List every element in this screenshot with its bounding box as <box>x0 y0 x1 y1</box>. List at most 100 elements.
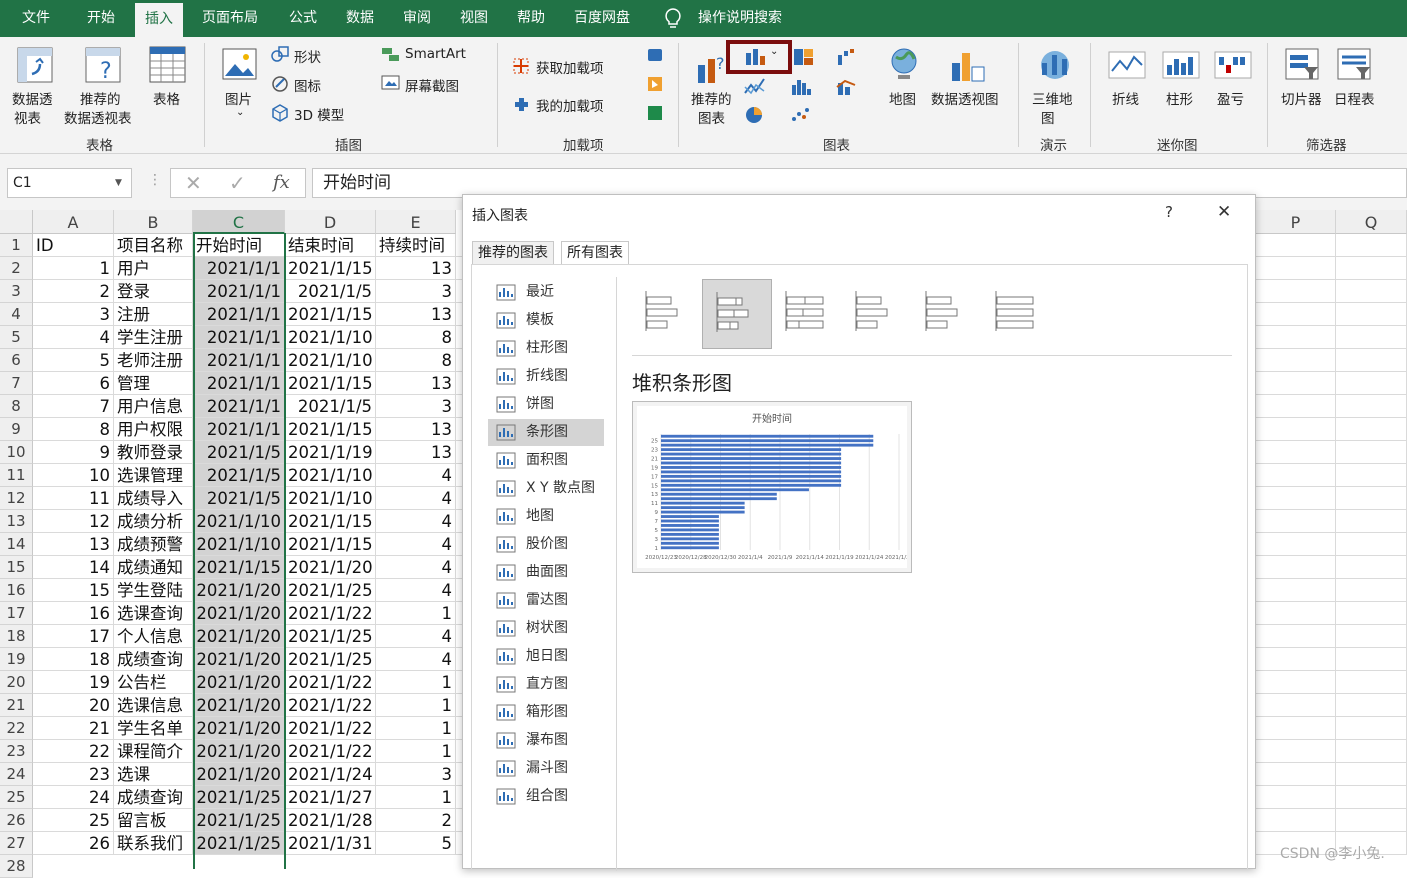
empty-cell[interactable] <box>1256 533 1336 556</box>
empty-cell[interactable] <box>1256 441 1336 464</box>
empty-cell[interactable] <box>1336 671 1407 694</box>
table-cell[interactable]: 2021/1/25 <box>285 579 376 602</box>
table-cell[interactable]: 16 <box>33 602 114 625</box>
table-cell[interactable]: 2021/1/20 <box>193 671 285 694</box>
empty-cell[interactable] <box>1336 533 1407 556</box>
empty-cell[interactable] <box>1336 418 1407 441</box>
row-header[interactable]: 18 <box>0 625 33 648</box>
empty-cell[interactable] <box>1336 441 1407 464</box>
subtype-100-stacked-bar[interactable] <box>772 279 842 349</box>
table-cell[interactable]: 留言板 <box>114 809 193 832</box>
empty-cell[interactable] <box>1336 234 1407 257</box>
table-cell[interactable]: 注册 <box>114 303 193 326</box>
row-header[interactable]: 15 <box>0 556 33 579</box>
empty-cell[interactable] <box>1256 579 1336 602</box>
chart-type-radar[interactable]: 雷达图 <box>488 587 604 614</box>
table-cell[interactable]: 2021/1/25 <box>285 625 376 648</box>
table-cell[interactable]: 5 <box>33 349 114 372</box>
table-cell[interactable]: 2021/1/22 <box>285 602 376 625</box>
table-cell[interactable]: 2021/1/1 <box>193 257 285 280</box>
table-cell[interactable]: 学生登陆 <box>114 579 193 602</box>
table-cell[interactable]: 13 <box>376 418 456 441</box>
table-cell[interactable]: 2021/1/22 <box>285 740 376 763</box>
table-cell[interactable]: 成绩导入 <box>114 487 193 510</box>
table-cell[interactable]: 4 <box>376 510 456 533</box>
chart-type-combo[interactable]: 组合图 <box>488 783 604 810</box>
empty-cell[interactable] <box>1256 349 1336 372</box>
combo-chart-icon[interactable] <box>836 77 858 97</box>
column-header-p[interactable]: P <box>1256 210 1336 234</box>
table-cell[interactable]: 8 <box>33 418 114 441</box>
row-header[interactable]: 17 <box>0 602 33 625</box>
row-header[interactable]: 7 <box>0 372 33 395</box>
close-button[interactable]: ✕ <box>1217 202 1231 222</box>
tab-formulas[interactable]: 公式 <box>279 0 327 37</box>
empty-cell[interactable] <box>1256 464 1336 487</box>
table-cell[interactable]: 2021/1/27 <box>285 786 376 809</box>
table-cell[interactable]: 用户信息 <box>114 395 193 418</box>
empty-cell[interactable] <box>1336 326 1407 349</box>
row-header[interactable]: 19 <box>0 648 33 671</box>
select-all-corner[interactable] <box>0 210 33 234</box>
table-cell[interactable]: 2021/1/1 <box>193 372 285 395</box>
row-header[interactable]: 24 <box>0 763 33 786</box>
waterfall-chart-icon[interactable] <box>836 47 858 67</box>
empty-cell[interactable] <box>1336 487 1407 510</box>
chart-type-surface[interactable]: 曲面图 <box>488 559 604 586</box>
empty-cell[interactable] <box>1256 257 1336 280</box>
table-cell[interactable]: 24 <box>33 786 114 809</box>
chart-type-treemap[interactable]: 树状图 <box>488 615 604 642</box>
table-cell[interactable]: 2021/1/20 <box>193 602 285 625</box>
row-header[interactable]: 28 <box>0 855 33 878</box>
table-cell[interactable]: 22 <box>33 740 114 763</box>
table-cell[interactable]: 3 <box>376 763 456 786</box>
header-cell[interactable]: 结束时间 <box>285 234 376 257</box>
table-cell[interactable]: 2021/1/20 <box>193 717 285 740</box>
tab-baidu-netdisk[interactable]: 百度网盘 <box>564 0 640 37</box>
table-cell[interactable]: 13 <box>376 303 456 326</box>
empty-cell[interactable] <box>1336 510 1407 533</box>
table-cell[interactable]: 13 <box>376 441 456 464</box>
chart-type-templates[interactable]: 模板 <box>488 307 604 334</box>
empty-cell[interactable] <box>1336 556 1407 579</box>
get-add-ins-button[interactable]: 获取加载项 <box>536 57 604 77</box>
table-cell[interactable]: 13 <box>376 372 456 395</box>
table-cell[interactable]: 2021/1/28 <box>285 809 376 832</box>
name-box[interactable]: C1 <box>7 168 132 198</box>
table-cell[interactable]: 管理 <box>114 372 193 395</box>
empty-cell[interactable] <box>1336 349 1407 372</box>
empty-cell[interactable] <box>1336 717 1407 740</box>
tab-all-charts[interactable]: 所有图表 <box>561 241 629 265</box>
row-header[interactable]: 3 <box>0 280 33 303</box>
row-header[interactable]: 11 <box>0 464 33 487</box>
statistic-chart-icon[interactable] <box>790 77 812 97</box>
table-cell[interactable]: 成绩查询 <box>114 648 193 671</box>
table-cell[interactable]: 4 <box>376 648 456 671</box>
tab-home[interactable]: 开始 <box>77 0 125 37</box>
table-cell[interactable]: 3 <box>33 303 114 326</box>
empty-cell[interactable] <box>1336 257 1407 280</box>
line-chart-icon[interactable] <box>744 77 766 97</box>
table-cell[interactable]: 2021/1/10 <box>285 464 376 487</box>
pivot-table-button[interactable]: 数据透 <box>12 88 53 108</box>
empty-cell[interactable] <box>1256 763 1336 786</box>
pivot-chart-button[interactable]: 数据透视图 <box>931 88 999 108</box>
row-header[interactable]: 16 <box>0 579 33 602</box>
row-header[interactable]: 22 <box>0 717 33 740</box>
empty-cell[interactable] <box>1256 326 1336 349</box>
tab-file[interactable]: 文件 <box>12 0 60 37</box>
table-cell[interactable]: 学生名单 <box>114 717 193 740</box>
table-cell[interactable]: 1 <box>376 694 456 717</box>
empty-cell[interactable] <box>1256 303 1336 326</box>
table-cell[interactable]: 8 <box>376 326 456 349</box>
table-cell[interactable]: 2 <box>33 280 114 303</box>
table-cell[interactable]: 18 <box>33 648 114 671</box>
chart-type-column[interactable]: 柱形图 <box>488 335 604 362</box>
enter-icon[interactable]: ✓ <box>229 171 246 195</box>
screenshot-button[interactable]: 屏幕截图 <box>405 75 459 95</box>
table-cell[interactable]: 4 <box>376 487 456 510</box>
table-cell[interactable]: 17 <box>33 625 114 648</box>
table-cell[interactable]: 8 <box>376 349 456 372</box>
table-cell[interactable]: 2021/1/15 <box>285 257 376 280</box>
empty-cell[interactable] <box>1256 648 1336 671</box>
